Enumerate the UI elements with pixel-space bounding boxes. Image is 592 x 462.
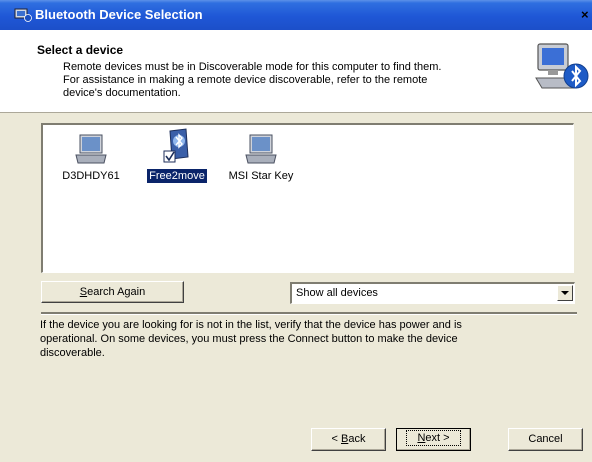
button-label-prefix: <: [331, 433, 341, 445]
page-description: Remote devices must be in Discoverable m…: [63, 61, 523, 100]
close-icon[interactable]: ×: [581, 7, 592, 23]
bluetooth-window-icon: [14, 8, 32, 22]
device-label: Free2move: [146, 168, 208, 184]
back-button[interactable]: < Back: [311, 428, 386, 451]
description-line: For assistance in making a remote device…: [63, 74, 428, 86]
filter-value: Show all devices: [296, 287, 378, 299]
laptop-icon: [75, 134, 107, 164]
button-label-rest: earch Again: [87, 286, 146, 298]
button-label-rest: ext >: [425, 432, 450, 444]
device-label: D3DHDY61: [62, 170, 120, 182]
button-mnemonic: S: [79, 286, 88, 298]
bluetooth-computer-icon: [535, 43, 589, 89]
window-title: Bluetooth Device Selection: [35, 7, 203, 22]
next-button[interactable]: Next >: [396, 428, 471, 451]
description-line: Remote devices must be in Discoverable m…: [63, 61, 442, 73]
dropdown-button[interactable]: [557, 285, 573, 301]
device-list[interactable]: D3DHDY61 Free2move MSI Star Key: [41, 123, 574, 273]
help-line: discoverable.: [40, 347, 105, 359]
help-line: operational. On some devices, you must p…: [40, 333, 458, 345]
device-filter-select[interactable]: Show all devices: [290, 282, 575, 304]
button-focus-frame: Next >: [406, 430, 461, 446]
device-label: MSI Star Key: [228, 170, 294, 182]
dialog-window: Bluetooth Device Selection × Select a de…: [0, 0, 592, 462]
separator: [41, 312, 577, 315]
device-item-msi-star-key[interactable]: MSI Star Key: [221, 133, 301, 183]
laptop-icon: [245, 134, 277, 164]
device-item-free2move[interactable]: Free2move: [137, 127, 217, 184]
help-line: If the device you are looking for is not…: [40, 319, 462, 331]
bluetooth-device-icon: [163, 128, 189, 163]
device-item-d3dhdy61[interactable]: D3DHDY61: [51, 133, 131, 183]
title-bar[interactable]: Bluetooth Device Selection ×: [0, 0, 592, 30]
page-title: Select a device: [37, 43, 124, 57]
header-panel: Select a device Remote devices must be i…: [0, 30, 592, 113]
button-label-rest: ack: [348, 433, 366, 445]
chevron-down-icon: [561, 291, 569, 295]
help-text: If the device you are looking for is not…: [40, 318, 575, 360]
cancel-button[interactable]: Cancel: [508, 428, 583, 451]
description-line: device's documentation.: [63, 87, 181, 99]
search-again-button[interactable]: Search Again: [41, 281, 184, 303]
